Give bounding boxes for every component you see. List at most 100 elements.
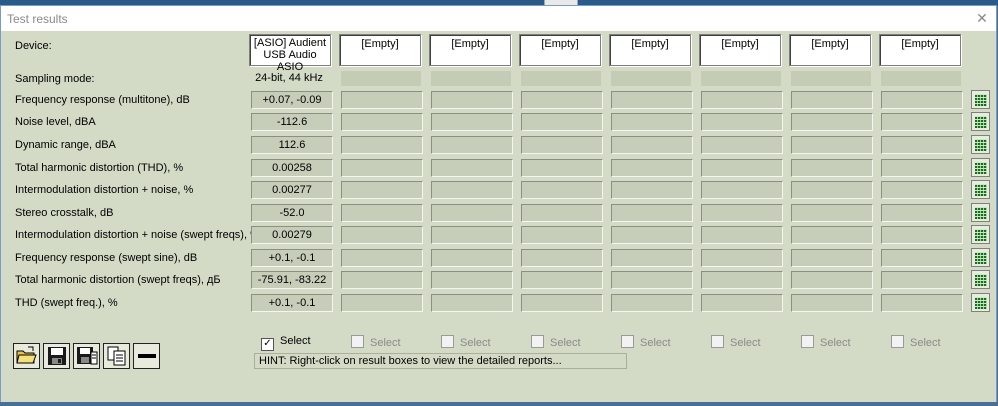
result-box[interactable] [701,181,783,199]
result-box[interactable] [521,226,603,244]
device-8-box[interactable]: [Empty] [879,34,961,66]
result-box[interactable] [701,136,783,154]
result-box[interactable] [881,226,963,244]
result-box[interactable] [521,159,603,177]
result-box[interactable] [341,136,423,154]
result-box[interactable] [341,204,423,222]
device-5-box[interactable]: [Empty] [609,34,691,66]
result-box[interactable] [701,249,783,267]
result-box[interactable] [431,294,513,312]
result-box[interactable] [701,91,783,109]
result-box[interactable] [881,91,963,109]
result-box[interactable] [521,271,603,289]
result-box[interactable] [791,204,873,222]
result-box[interactable] [431,181,513,199]
result-box[interactable] [341,226,423,244]
result-box[interactable] [521,136,603,154]
result-box[interactable] [791,226,873,244]
result-box[interactable] [341,249,423,267]
result-box[interactable] [881,294,963,312]
report-table-button[interactable] [971,225,990,244]
result-box[interactable] [521,249,603,267]
result-box[interactable] [701,226,783,244]
report-table-button[interactable] [971,158,990,177]
device-3-box[interactable]: [Empty] [429,34,511,66]
result-box[interactable] [881,113,963,131]
result-box[interactable] [791,136,873,154]
result-box[interactable] [611,91,693,109]
report-table-button[interactable] [971,293,990,312]
result-box[interactable] [701,271,783,289]
result-box[interactable] [521,294,603,312]
result-box[interactable]: 0.00277 [251,181,333,199]
result-box[interactable] [881,136,963,154]
report-table-button[interactable] [971,180,990,199]
report-table-button[interactable] [971,112,990,131]
result-box[interactable] [521,204,603,222]
result-box[interactable] [791,271,873,289]
result-box[interactable] [431,204,513,222]
result-box[interactable]: -112.6 [251,113,333,131]
result-box[interactable] [791,249,873,267]
result-box[interactable] [881,204,963,222]
result-box[interactable] [431,271,513,289]
result-box[interactable] [611,249,693,267]
device-2-box[interactable]: [Empty] [339,34,421,66]
result-box[interactable] [791,294,873,312]
result-box[interactable] [701,294,783,312]
result-box[interactable] [521,181,603,199]
result-box[interactable]: -52.0 [251,204,333,222]
result-box[interactable] [611,181,693,199]
result-box[interactable] [341,271,423,289]
result-box[interactable]: 0.00279 [251,226,333,244]
device-4-box[interactable]: [Empty] [519,34,601,66]
result-box[interactable] [431,249,513,267]
result-box[interactable] [611,136,693,154]
remove-button[interactable] [133,343,160,369]
report-table-button[interactable] [971,270,990,289]
select-checkbox-1[interactable]: ✓ Select [261,335,311,351]
result-box[interactable] [611,113,693,131]
report-table-button[interactable] [971,248,990,267]
result-box[interactable] [881,249,963,267]
copy-button[interactable] [103,343,130,369]
result-box[interactable] [791,159,873,177]
result-box[interactable] [431,159,513,177]
open-button[interactable] [13,343,40,369]
device-7-box[interactable]: [Empty] [789,34,871,66]
result-box[interactable] [611,204,693,222]
result-box[interactable] [431,226,513,244]
result-box[interactable] [431,113,513,131]
result-box[interactable]: 0.00258 [251,159,333,177]
result-box[interactable] [521,113,603,131]
result-box[interactable] [791,181,873,199]
result-box[interactable] [341,181,423,199]
result-box[interactable]: 112.6 [251,136,333,154]
result-box[interactable] [701,204,783,222]
save-all-button[interactable] [73,343,100,369]
result-box[interactable]: +0.1, -0.1 [251,249,333,267]
result-box[interactable]: -75.91, -83.22 [251,271,333,289]
result-box[interactable] [431,91,513,109]
result-box[interactable]: +0.07, -0.09 [251,91,333,109]
report-table-button[interactable] [971,203,990,222]
result-box[interactable] [341,294,423,312]
save-button[interactable] [43,343,70,369]
result-box[interactable] [881,271,963,289]
result-box[interactable] [611,271,693,289]
result-box[interactable] [791,91,873,109]
result-box[interactable] [341,113,423,131]
result-box[interactable] [341,91,423,109]
report-table-button[interactable] [971,90,990,109]
result-box[interactable] [611,226,693,244]
result-box[interactable] [881,159,963,177]
result-box[interactable] [521,91,603,109]
result-box[interactable] [611,294,693,312]
result-box[interactable] [701,113,783,131]
result-box[interactable] [791,113,873,131]
report-table-button[interactable] [971,135,990,154]
close-icon[interactable]: ✕ [973,9,991,27]
result-box[interactable] [611,159,693,177]
device-6-box[interactable]: [Empty] [699,34,781,66]
result-box[interactable] [701,159,783,177]
